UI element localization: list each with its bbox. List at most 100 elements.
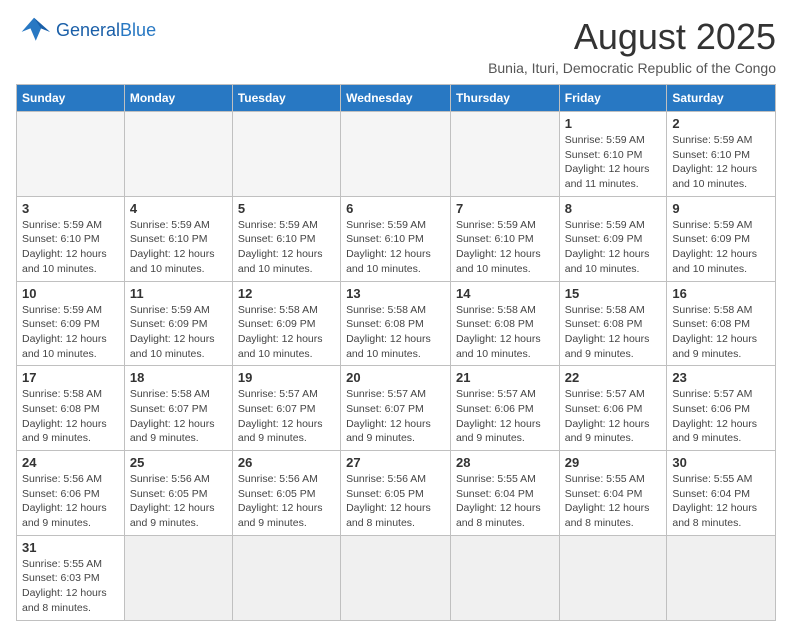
day-info: Sunrise: 5:59 AM Sunset: 6:09 PM Dayligh… [565, 218, 662, 277]
day-number: 24 [22, 455, 119, 470]
calendar: SundayMondayTuesdayWednesdayThursdayFrid… [16, 84, 776, 621]
day-number: 14 [456, 286, 554, 301]
calendar-cell: 27 Sunrise: 5:56 AM Sunset: 6:05 PM Dayli… [341, 451, 451, 536]
calendar-cell: 15Sunrise: 5:58 AM Sunset: 6:08 PM Dayli… [559, 281, 667, 366]
calendar-week-1: 1Sunrise: 5:59 AM Sunset: 6:10 PM Daylig… [17, 112, 776, 197]
calendar-cell [232, 112, 340, 197]
day-number: 18 [130, 370, 227, 385]
day-header-friday: Friday [559, 85, 667, 112]
calendar-cell: 9 Sunrise: 5:59 AM Sunset: 6:09 PM Daylig… [667, 196, 776, 281]
calendar-cell [341, 112, 451, 197]
day-number: 10 [22, 286, 119, 301]
day-info: Sunrise: 5:57 AM Sunset: 6:07 PM Dayligh… [346, 387, 445, 446]
calendar-cell: 30 Sunrise: 5:55 AM Sunset: 6:04 PM Dayli… [667, 451, 776, 536]
calendar-week-4: 17Sunrise: 5:58 AM Sunset: 6:08 PM Dayli… [17, 366, 776, 451]
logo-text: GeneralBlue [56, 21, 156, 41]
day-number: 16 [672, 286, 770, 301]
day-number: 27 [346, 455, 445, 470]
calendar-cell: 24 Sunrise: 5:56 AM Sunset: 6:06 PM Dayli… [17, 451, 125, 536]
calendar-cell: 1Sunrise: 5:59 AM Sunset: 6:10 PM Daylig… [559, 112, 667, 197]
day-number: 15 [565, 286, 662, 301]
day-info: Sunrise: 5:58 AM Sunset: 6:08 PM Dayligh… [22, 387, 119, 446]
day-header-tuesday: Tuesday [232, 85, 340, 112]
calendar-week-2: 3 Sunrise: 5:59 AM Sunset: 6:10 PM Daylig… [17, 196, 776, 281]
day-info: Sunrise: 5:59 AM Sunset: 6:09 PM Dayligh… [672, 218, 770, 277]
day-info: Sunrise: 5:59 AM Sunset: 6:10 PM Dayligh… [22, 218, 119, 277]
day-info: Sunrise: 5:55 AM Sunset: 6:03 PM Dayligh… [22, 557, 119, 616]
calendar-cell: 7Sunrise: 5:59 AM Sunset: 6:10 PM Daylig… [450, 196, 559, 281]
calendar-cell: 25 Sunrise: 5:56 AM Sunset: 6:05 PM Dayli… [124, 451, 232, 536]
calendar-cell: 5 Sunrise: 5:59 AM Sunset: 6:10 PM Daylig… [232, 196, 340, 281]
day-number: 1 [565, 116, 662, 131]
logo: GeneralBlue [16, 16, 156, 46]
day-number: 31 [22, 540, 119, 555]
day-number: 4 [130, 201, 227, 216]
day-number: 25 [130, 455, 227, 470]
day-header-saturday: Saturday [667, 85, 776, 112]
day-number: 13 [346, 286, 445, 301]
calendar-cell: 19 Sunrise: 5:57 AM Sunset: 6:07 PM Dayli… [232, 366, 340, 451]
day-number: 28 [456, 455, 554, 470]
calendar-cell: 22Sunrise: 5:57 AM Sunset: 6:06 PM Dayli… [559, 366, 667, 451]
day-info: Sunrise: 5:59 AM Sunset: 6:10 PM Dayligh… [346, 218, 445, 277]
day-number: 20 [346, 370, 445, 385]
location: Bunia, Ituri, Democratic Republic of the… [488, 60, 776, 76]
day-info: Sunrise: 5:59 AM Sunset: 6:10 PM Dayligh… [130, 218, 227, 277]
calendar-cell: 18 Sunrise: 5:58 AM Sunset: 6:07 PM Dayli… [124, 366, 232, 451]
day-info: Sunrise: 5:56 AM Sunset: 6:05 PM Dayligh… [130, 472, 227, 531]
calendar-cell: 3 Sunrise: 5:59 AM Sunset: 6:10 PM Daylig… [17, 196, 125, 281]
calendar-cell: 23 Sunrise: 5:57 AM Sunset: 6:06 PM Dayli… [667, 366, 776, 451]
day-info: Sunrise: 5:57 AM Sunset: 6:06 PM Dayligh… [672, 387, 770, 446]
logo-blue: Blue [120, 20, 156, 40]
day-info: Sunrise: 5:55 AM Sunset: 6:04 PM Dayligh… [565, 472, 662, 531]
day-number: 23 [672, 370, 770, 385]
day-info: Sunrise: 5:58 AM Sunset: 6:08 PM Dayligh… [346, 303, 445, 362]
day-number: 21 [456, 370, 554, 385]
day-info: Sunrise: 5:57 AM Sunset: 6:07 PM Dayligh… [238, 387, 335, 446]
day-number: 26 [238, 455, 335, 470]
calendar-week-6: 31 Sunrise: 5:55 AM Sunset: 6:03 PM Dayli… [17, 535, 776, 620]
calendar-week-5: 24 Sunrise: 5:56 AM Sunset: 6:06 PM Dayli… [17, 451, 776, 536]
calendar-cell: 31 Sunrise: 5:55 AM Sunset: 6:03 PM Dayli… [17, 535, 125, 620]
day-info: Sunrise: 5:59 AM Sunset: 6:10 PM Dayligh… [238, 218, 335, 277]
calendar-cell: 29Sunrise: 5:55 AM Sunset: 6:04 PM Dayli… [559, 451, 667, 536]
day-number: 5 [238, 201, 335, 216]
day-header-wednesday: Wednesday [341, 85, 451, 112]
calendar-cell: 12Sunrise: 5:58 AM Sunset: 6:09 PM Dayli… [232, 281, 340, 366]
day-number: 11 [130, 286, 227, 301]
day-number: 12 [238, 286, 335, 301]
day-number: 22 [565, 370, 662, 385]
day-header-sunday: Sunday [17, 85, 125, 112]
header: GeneralBlue August 2025 Bunia, Ituri, De… [16, 16, 776, 76]
day-info: Sunrise: 5:59 AM Sunset: 6:10 PM Dayligh… [456, 218, 554, 277]
month-year: August 2025 [488, 16, 776, 58]
calendar-cell: 10Sunrise: 5:59 AM Sunset: 6:09 PM Dayli… [17, 281, 125, 366]
calendar-cell [17, 112, 125, 197]
day-info: Sunrise: 5:55 AM Sunset: 6:04 PM Dayligh… [672, 472, 770, 531]
day-info: Sunrise: 5:58 AM Sunset: 6:08 PM Dayligh… [456, 303, 554, 362]
day-info: Sunrise: 5:56 AM Sunset: 6:06 PM Dayligh… [22, 472, 119, 531]
calendar-cell [124, 112, 232, 197]
day-info: Sunrise: 5:59 AM Sunset: 6:09 PM Dayligh… [130, 303, 227, 362]
day-info: Sunrise: 5:58 AM Sunset: 6:07 PM Dayligh… [130, 387, 227, 446]
day-header-monday: Monday [124, 85, 232, 112]
calendar-cell: 13 Sunrise: 5:58 AM Sunset: 6:08 PM Dayli… [341, 281, 451, 366]
calendar-cell [450, 112, 559, 197]
day-number: 19 [238, 370, 335, 385]
day-number: 9 [672, 201, 770, 216]
calendar-cell: 8Sunrise: 5:59 AM Sunset: 6:09 PM Daylig… [559, 196, 667, 281]
day-number: 2 [672, 116, 770, 131]
title-block: August 2025 Bunia, Ituri, Democratic Rep… [488, 16, 776, 76]
day-number: 30 [672, 455, 770, 470]
calendar-body: 1 Sunrise: 5:59 AM Sunset: 6:10 PM Daylig… [17, 112, 776, 621]
calendar-cell [450, 535, 559, 620]
day-info: Sunrise: 5:55 AM Sunset: 6:04 PM Dayligh… [456, 472, 554, 531]
calendar-cell: 14 Sunrise: 5:58 AM Sunset: 6:08 PM Dayli… [450, 281, 559, 366]
day-info: Sunrise: 5:56 AM Sunset: 6:05 PM Dayligh… [346, 472, 445, 531]
day-info: Sunrise: 5:58 AM Sunset: 6:08 PM Dayligh… [672, 303, 770, 362]
calendar-cell: 20 Sunrise: 5:57 AM Sunset: 6:07 PM Dayli… [341, 366, 451, 451]
calendar-cell: 28 Sunrise: 5:55 AM Sunset: 6:04 PM Dayli… [450, 451, 559, 536]
calendar-cell: 11 Sunrise: 5:59 AM Sunset: 6:09 PM Dayli… [124, 281, 232, 366]
logo-general: General [56, 20, 120, 40]
day-number: 3 [22, 201, 119, 216]
